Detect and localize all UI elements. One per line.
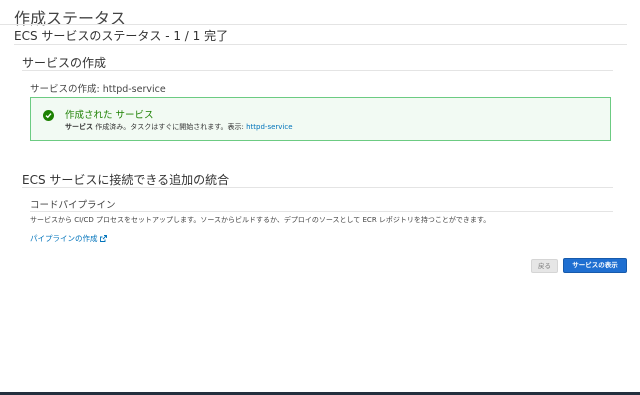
view-service-button[interactable]: サービスの表示 xyxy=(563,258,627,273)
integrations-section-title: ECS サービスに接続できる追加の統合 xyxy=(22,173,230,187)
divider xyxy=(0,24,627,25)
external-link-icon xyxy=(99,235,107,244)
service-link[interactable]: httpd-service xyxy=(246,123,292,131)
page-title: 作成ステータス xyxy=(14,9,127,28)
alert-message-bold: サービス xyxy=(65,123,93,131)
code-pipeline-description: サービスから CI/CD プロセスをセットアップします。ソースからビルドするか、… xyxy=(30,216,491,224)
divider xyxy=(22,187,613,188)
divider xyxy=(30,211,613,212)
back-button[interactable]: 戻る xyxy=(531,259,558,273)
alert-message-text: 作成済み。タスクはすぐに開始されます。表示: xyxy=(93,123,247,131)
alert-title: 作成された サービス xyxy=(65,110,154,121)
service-creation-subtitle: サービスの作成: httpd-service xyxy=(30,84,166,95)
code-pipeline-title: コードパイプライン xyxy=(30,200,116,211)
create-pipeline-link[interactable]: パイプラインの作成 xyxy=(30,233,107,244)
success-alert: 作成された サービス サービス 作成済み。タスクはすぐに開始されます。表示: h… xyxy=(30,97,611,141)
divider xyxy=(14,44,627,45)
create-pipeline-label: パイプラインの作成 xyxy=(30,234,98,243)
service-creation-section-title: サービスの作成 xyxy=(22,56,107,70)
divider xyxy=(22,70,613,71)
check-circle-icon xyxy=(43,110,54,121)
status-heading: ECS サービスのステータス - 1 / 1 完了 xyxy=(14,29,229,43)
alert-message: サービス 作成済み。タスクはすぐに開始されます。表示: httpd-servic… xyxy=(65,122,293,132)
